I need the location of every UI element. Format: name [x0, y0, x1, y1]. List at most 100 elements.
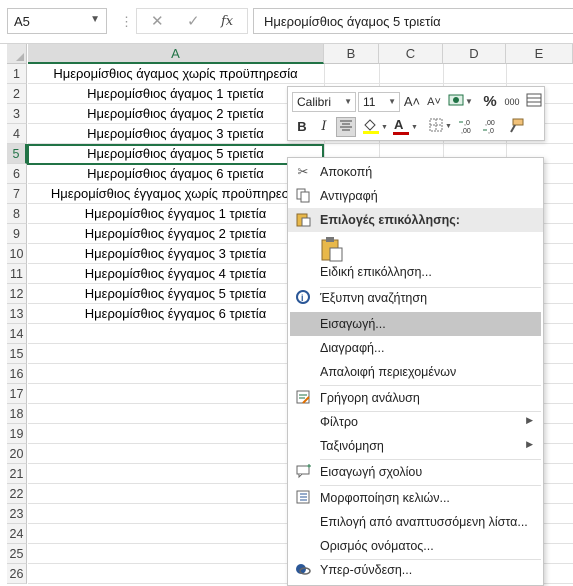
font-name-box[interactable]: Calibri ▼	[292, 92, 356, 112]
row-header[interactable]: 12	[7, 284, 27, 304]
bold-button[interactable]: B	[292, 117, 312, 137]
menu-item-pick-from-dropdown[interactable]: Επιλογή από αναπτυσσόμενη λίστα...	[288, 510, 543, 534]
column-header-d[interactable]: D	[443, 44, 506, 64]
format-cells-icon	[294, 489, 312, 507]
cancel-icon[interactable]: ✕	[151, 12, 164, 30]
formula-bar-grip[interactable]: ⋮	[120, 14, 134, 30]
increase-decimal-button[interactable]: ,0,00	[458, 117, 478, 137]
percent-style-button[interactable]: %	[480, 92, 500, 112]
row-header[interactable]: 3	[7, 104, 27, 124]
row-header[interactable]: 23	[7, 504, 27, 524]
paint-bucket-icon: ▼	[363, 119, 388, 134]
row-header[interactable]: 9	[7, 224, 27, 244]
column-header-b[interactable]: B	[324, 44, 379, 64]
format-painter-table-button[interactable]	[524, 92, 544, 112]
cell-a8[interactable]: Ημερομίσθιος έγγαμος 1 τριετία	[28, 204, 323, 224]
row-header[interactable]: 17	[7, 384, 27, 404]
cell-a11[interactable]: Ημερομίσθιος έγγαμος 4 τριετία	[28, 264, 323, 284]
font-size-box[interactable]: 11 ▼	[358, 92, 400, 112]
row-header[interactable]: 26	[7, 564, 27, 584]
align-center-icon	[340, 120, 352, 131]
center-align-button[interactable]	[336, 117, 356, 137]
font-color-swatch	[393, 132, 409, 135]
row-header[interactable]: 5	[7, 144, 27, 164]
fill-color-button[interactable]: ▼	[360, 117, 390, 137]
menu-item-cut[interactable]: ✂ Αποκοπή	[288, 160, 543, 184]
cell-a10[interactable]: Ημερομίσθιος έγγαμος 3 τριετία	[28, 244, 323, 264]
submenu-arrow-icon: ▶	[526, 439, 533, 449]
cell-a7[interactable]: Ημερομίσθιος έγγαμος χωρίς προϋπηρεσία	[28, 184, 323, 204]
row-header[interactable]: 22	[7, 484, 27, 504]
menu-item-label: Αντιγραφή	[320, 189, 378, 203]
table-format-icon	[526, 93, 542, 107]
cell-a12[interactable]: Ημερομίσθιος έγγαμος 5 τριετία	[28, 284, 323, 304]
svg-text:▼: ▼	[445, 123, 452, 130]
formula-input[interactable]: Ημερομίσθιος άγαμος 5 τριετία	[253, 8, 573, 34]
row-header[interactable]: 7	[7, 184, 27, 204]
row-header[interactable]: 18	[7, 404, 27, 424]
insert-function-icon[interactable]: fx	[221, 14, 233, 29]
menu-item-paste-special[interactable]: Ειδική επικόλληση...	[288, 260, 543, 284]
row-header[interactable]: 6	[7, 164, 27, 184]
menu-item-copy[interactable]: Αντιγραφή	[288, 184, 543, 208]
menu-item-quick-analysis[interactable]: Γρήγορη ανάλυση	[288, 386, 543, 410]
row-header[interactable]: 8	[7, 204, 27, 224]
row-header[interactable]: 11	[7, 264, 27, 284]
svg-text:▼: ▼	[381, 124, 388, 131]
column-header-e[interactable]: E	[506, 44, 573, 64]
menu-item-insert[interactable]: Εισαγωγή...	[290, 312, 541, 336]
row-header[interactable]: 10	[7, 244, 27, 264]
cell-a3[interactable]: Ημερομίσθιος άγαμος 2 τριετία	[28, 104, 323, 124]
menu-item-define-name[interactable]: Ορισμός ονόματος...	[288, 534, 543, 558]
column-header-c[interactable]: C	[379, 44, 443, 64]
cell-a2[interactable]: Ημερομίσθιος άγαμος 1 τριετία	[28, 84, 323, 104]
cell-a4[interactable]: Ημερομίσθιος άγαμος 3 τριετία	[28, 124, 323, 144]
row-header[interactable]: 19	[7, 424, 27, 444]
smart-lookup-icon: i	[294, 289, 312, 307]
chevron-down-icon[interactable]: ▼	[90, 14, 100, 25]
row-header[interactable]: 4	[7, 124, 27, 144]
svg-text:i: i	[301, 293, 304, 303]
row-header[interactable]: 24	[7, 524, 27, 544]
row-header[interactable]: 16	[7, 364, 27, 384]
row-header[interactable]: 14	[7, 324, 27, 344]
context-menu: ✂ Αποκοπή Αντιγραφή Επιλογές επικόλλησης…	[287, 157, 544, 586]
menu-section-label: Επιλογές επικόλλησης:	[320, 213, 460, 227]
comma-style-button[interactable]: 000	[502, 92, 522, 112]
cell-a1[interactable]: Ημερομίσθιος άγαμος χωρίς προϋπηρεσία	[28, 64, 323, 84]
accounting-format-button[interactable]: ▼	[446, 92, 474, 112]
select-all-corner[interactable]	[7, 44, 27, 64]
row-header[interactable]: 21	[7, 464, 27, 484]
menu-item-smart-lookup[interactable]: i Έξυπνη αναζήτηση	[288, 286, 543, 310]
menu-item-delete[interactable]: Διαγραφή...	[288, 336, 543, 360]
row-header[interactable]: 2	[7, 84, 27, 104]
shrink-font-button[interactable]: A˅	[424, 92, 444, 112]
mini-toolbar: Calibri ▼ 11 ▼ A˄ A˅ ▼ % 000 B I ▼ A ▼ ▼ ,…	[287, 86, 545, 141]
format-painter-button[interactable]	[506, 117, 526, 137]
cell-a13[interactable]: Ημερομίσθιος έγγαμος 6 τριετία	[28, 304, 323, 324]
row-header[interactable]: 20	[7, 444, 27, 464]
enter-icon[interactable]: ✓	[187, 12, 200, 30]
name-box[interactable]: A5 ▼	[7, 8, 107, 34]
menu-item-insert-comment[interactable]: Εισαγωγή σχολίου	[288, 460, 543, 484]
font-color-button[interactable]: A ▼	[392, 117, 422, 137]
borders-button[interactable]: ▼	[428, 117, 456, 137]
italic-button[interactable]: I	[314, 117, 334, 137]
row-header[interactable]: 13	[7, 304, 27, 324]
comment-icon	[294, 463, 312, 481]
column-header-a[interactable]: A	[28, 44, 324, 64]
decrease-decimal-button[interactable]: ,00,0	[482, 117, 502, 137]
menu-item-clear-contents[interactable]: Απαλοιφή περιεχομένων	[288, 360, 543, 384]
cell-a9[interactable]: Ημερομίσθιος έγγαμος 2 τριετία	[28, 224, 323, 244]
row-header[interactable]: 15	[7, 344, 27, 364]
row-header[interactable]: 1	[7, 64, 27, 84]
paste-clipboard-button[interactable]	[320, 236, 344, 262]
row-header[interactable]: 25	[7, 544, 27, 564]
grow-font-button[interactable]: A˄	[402, 92, 422, 112]
menu-item-format-cells[interactable]: Μορφοποίηση κελιών...	[288, 486, 543, 510]
borders-icon: ▼	[429, 118, 452, 132]
menu-item-filter[interactable]: Φίλτρο ▶	[288, 410, 543, 434]
menu-item-hyperlink[interactable]: Υπερ-σύνδεση...	[288, 558, 543, 582]
menu-item-sort[interactable]: Ταξινόμηση ▶	[288, 434, 543, 458]
cell-a6[interactable]: Ημερομίσθιος άγαμος 6 τριετία	[28, 164, 323, 184]
